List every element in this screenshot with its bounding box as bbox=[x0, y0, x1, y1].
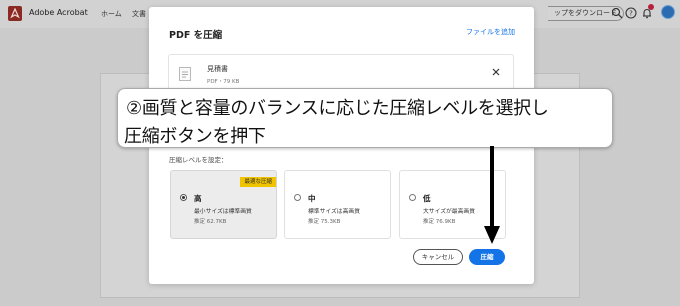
option-name: 中 bbox=[308, 194, 316, 203]
option-high[interactable]: 最適な圧縮 高 最小サイズは標準画質 推定 62.7KB bbox=[170, 170, 277, 239]
pdf-file-icon bbox=[179, 67, 191, 81]
dialog-title: PDF を圧縮 bbox=[169, 30, 223, 41]
option-name: 低 bbox=[423, 194, 431, 203]
option-description: 標準サイズは高画質 bbox=[308, 209, 360, 215]
option-estimate: 推定 62.7KB bbox=[194, 219, 227, 225]
nav-documents[interactable]: 文書 bbox=[132, 9, 146, 19]
search-icon[interactable] bbox=[611, 7, 623, 19]
best-compression-badge: 最適な圧縮 bbox=[240, 177, 276, 187]
acrobat-logo-icon[interactable] bbox=[8, 6, 22, 21]
notification-badge bbox=[648, 4, 654, 10]
instruction-callout: ②画質と容量のバランスに応じた圧縮レベルを選択し 圧縮ボタンを押下 bbox=[117, 88, 613, 148]
option-medium[interactable]: 中 標準サイズは高画質 推定 75.3KB bbox=[284, 170, 391, 239]
option-estimate: 推定 76.9KB bbox=[423, 219, 456, 225]
app-title: Adobe Acrobat bbox=[29, 8, 88, 17]
file-meta: PDF・79 KB bbox=[207, 79, 240, 85]
nav-home[interactable]: ホーム bbox=[101, 9, 122, 19]
option-name: 高 bbox=[194, 194, 202, 203]
instruction-line-2: 圧縮ボタンを押下 bbox=[124, 126, 266, 147]
option-estimate: 推定 75.3KB bbox=[308, 219, 341, 225]
option-description: 大サイズが最高画質 bbox=[423, 209, 475, 215]
compress-button[interactable]: 圧縮 bbox=[469, 249, 505, 265]
instruction-line-1: ②画質と容量のバランスに応じた圧縮レベルを選択し bbox=[126, 98, 549, 119]
user-avatar[interactable] bbox=[661, 5, 675, 19]
add-file-link[interactable]: ファイルを追加 bbox=[466, 27, 515, 37]
file-name: 見積書 bbox=[207, 65, 228, 73]
cancel-button[interactable]: キャンセル bbox=[413, 249, 463, 265]
radio-low[interactable] bbox=[409, 194, 416, 201]
radio-medium[interactable] bbox=[294, 194, 301, 201]
option-description: 最小サイズは標準画質 bbox=[194, 209, 252, 215]
help-icon[interactable]: ? bbox=[625, 7, 637, 19]
down-arrow-icon bbox=[483, 146, 501, 246]
svg-text:?: ? bbox=[629, 10, 633, 18]
radio-high[interactable] bbox=[180, 194, 187, 201]
remove-file-close-icon[interactable] bbox=[491, 67, 501, 77]
compression-level-label: 圧縮レベルを設定： bbox=[169, 156, 228, 164]
